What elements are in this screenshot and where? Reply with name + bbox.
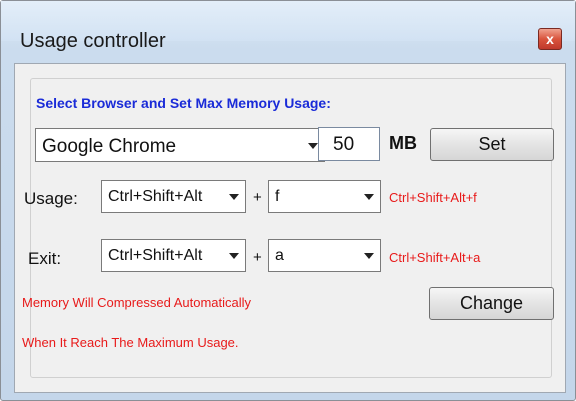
- chevron-down-icon: [229, 194, 239, 200]
- client-area: Select Browser and Set Max Memory Usage:…: [14, 63, 566, 393]
- window-title: Usage controller: [20, 30, 166, 52]
- max-memory-value: 50: [333, 134, 355, 155]
- exit-hotkey-text: Ctrl+Shift+Alt+a: [389, 250, 481, 265]
- settings-groupbox: [30, 78, 552, 378]
- change-button[interactable]: Change: [429, 287, 554, 320]
- compression-note-line2: When It Reach The Maximum Usage.: [22, 335, 239, 350]
- usage-hotkey-text: Ctrl+Shift+Alt+f: [389, 190, 477, 205]
- close-icon: x: [546, 31, 554, 47]
- chevron-down-icon: [308, 143, 318, 149]
- usage-label: Usage:: [24, 189, 78, 208]
- set-button[interactable]: Set: [430, 128, 554, 161]
- usage-modifier-value: Ctrl+Shift+Alt: [108, 188, 203, 205]
- exit-label: Exit:: [28, 249, 62, 268]
- max-memory-input[interactable]: 50: [318, 127, 380, 161]
- exit-modifier-value: Ctrl+Shift+Alt: [108, 247, 203, 264]
- close-button[interactable]: x: [538, 28, 562, 50]
- exit-plus-sign: +: [253, 249, 262, 266]
- usage-modifier-select[interactable]: Ctrl+Shift+Alt: [101, 180, 246, 213]
- exit-key-value: a: [275, 247, 284, 264]
- exit-modifier-select[interactable]: Ctrl+Shift+Alt: [101, 239, 246, 272]
- usage-controller-window: Usage controller x Select Browser and Se…: [0, 0, 576, 401]
- usage-key-select[interactable]: f: [268, 180, 381, 213]
- chevron-down-icon: [229, 253, 239, 259]
- change-button-label: Change: [459, 293, 524, 313]
- set-button-label: Set: [478, 134, 506, 154]
- panel-heading: Select Browser and Set Max Memory Usage:: [36, 95, 331, 111]
- chevron-down-icon: [364, 253, 374, 259]
- compression-note-line1: Memory Will Compressed Automatically: [22, 295, 252, 310]
- browser-select[interactable]: Google Chrome: [35, 128, 325, 162]
- memory-unit-label: MB: [389, 133, 417, 153]
- chevron-down-icon: [364, 194, 374, 200]
- usage-key-value: f: [275, 188, 280, 205]
- browser-select-value: Google Chrome: [42, 136, 177, 157]
- usage-plus-sign: +: [253, 189, 262, 206]
- exit-key-select[interactable]: a: [268, 239, 381, 272]
